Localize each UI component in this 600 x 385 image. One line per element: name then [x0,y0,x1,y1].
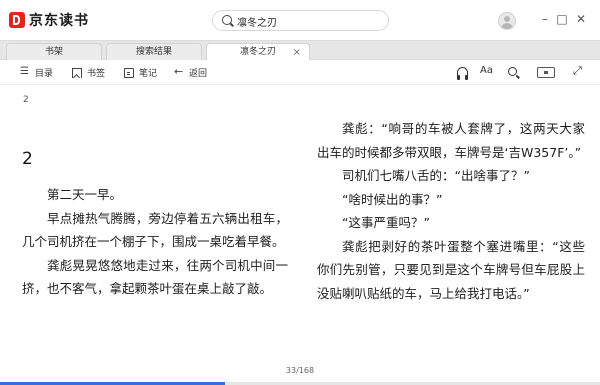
list-icon [20,66,30,78]
font-size-button[interactable]: Aa [480,65,493,76]
app-name: 京东读书 [29,13,89,29]
back-label: 返回 [189,69,208,79]
minimize-icon[interactable]: – [538,12,552,26]
tab-close-icon[interactable]: × [293,44,301,61]
paragraph: “啥时候出的事？” [342,191,443,207]
tab-search-results[interactable]: 搜索结果 [106,43,202,60]
maximize-icon[interactable]: □ [555,12,569,26]
tab-label: 书架 [44,47,63,57]
right-page-text: 龚彪：“响哥的车被人套牌了，这两天大家出车的时候都多带双眼，车牌号是‘吉W357… [317,117,585,305]
toc-label: 目录 [35,69,54,79]
title-bar: 京东读书 凛冬之刃 – □ ✕ [0,0,600,40]
bookmark-button[interactable]: 书签 [72,66,105,79]
page-counter: 33/168 [285,366,315,375]
fullscreen-icon[interactable]: ⤢ [573,64,582,78]
notes-button[interactable]: 笔记 [124,66,157,79]
left-page-text: 第二天一早。 早点摊热气腾腾，旁边停着五六辆出租车，几个司机挤在一个棚子下，围成… [22,183,288,301]
headphone-icon[interactable] [457,67,468,80]
left-page: 2 2 第二天一早。 早点摊热气腾腾，旁边停着五六辆出租车，几个司机挤在一个棚子… [0,85,300,377]
tab-label: 搜索结果 [135,47,172,57]
user-avatar[interactable] [498,12,516,30]
back-arrow-icon [174,65,184,78]
toc-button[interactable]: 目录 [20,66,54,80]
bookmark-label: 书签 [87,69,106,79]
right-page: 龚彪：“响哥的车被人套牌了，这两天大家出车的时候都多带双眼，车牌号是‘吉W357… [300,85,600,377]
search-value: 凛冬之刃 [237,18,277,29]
app-logo: 京东读书 [9,10,89,30]
paragraph: 龚彪把剥好的茶叶蛋整个塞进嘴里：“这些你们先别管，只要见到是这个车牌号但车屁股上… [317,238,585,301]
paragraph: 龚彪晃晃悠悠地走过来，往两个司机中间一挤，也不客气，拿起颗茶叶蛋在桌上敲了敲。 [22,257,288,297]
tab-bar: 书架 搜索结果 凛冬之刃 × [0,40,600,60]
back-button[interactable]: 返回 [174,65,208,80]
page-header-number: 2 [23,95,29,105]
search-in-book-icon[interactable] [508,67,517,76]
close-icon[interactable]: ✕ [574,12,588,26]
reader-toolbar: 目录 书签 笔记 返回 Aa ⤢ [0,60,600,85]
tab-bookshelf[interactable]: 书架 [6,43,102,60]
bookmark-icon [72,67,82,78]
tab-current-book[interactable]: 凛冬之刃 × [206,43,310,60]
paragraph: 龚彪：“响哥的车被人套牌了，这两天大家出车的时候都多带双眼，车牌号是‘吉W357… [317,121,585,160]
chapter-title: 2 [22,149,33,169]
notes-label: 笔记 [139,69,158,79]
tab-label: 凛冬之刃 [239,47,276,57]
reader-footer: 33/168 [0,362,600,385]
search-input[interactable]: 凛冬之刃 [212,10,389,31]
paragraph: “这事严重吗？” [342,215,430,230]
reading-mode-icon[interactable] [537,67,555,78]
note-icon [124,67,134,78]
jd-read-logo-icon [9,12,25,28]
search-icon[interactable] [222,15,232,25]
paragraph: 司机们七嘴八舌的：“出啥事了？” [342,168,530,183]
paragraph: 早点摊热气腾腾，旁边停着五六辆出租车，几个司机挤在一个棚子下，围成一桌吃着早餐。 [22,210,288,250]
paragraph: 第二天一早。 [47,187,123,202]
